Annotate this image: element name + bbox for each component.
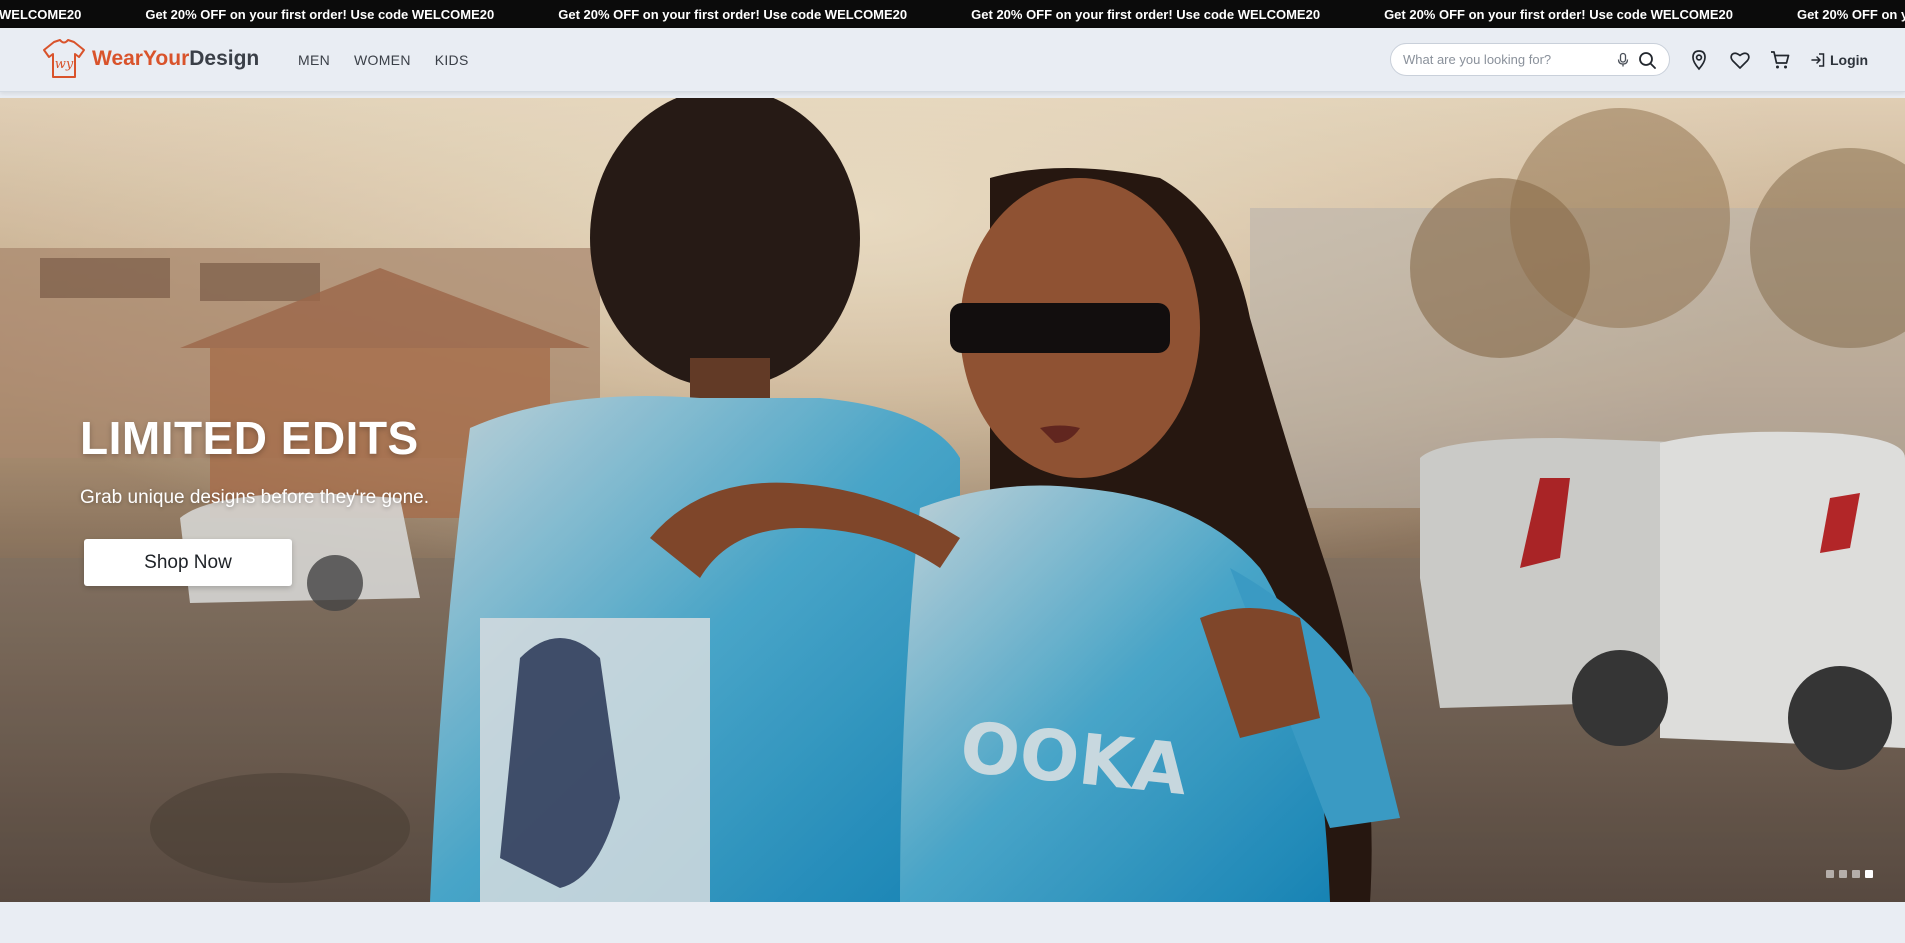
search-input[interactable] xyxy=(1403,52,1613,67)
cart-icon[interactable] xyxy=(1769,49,1791,71)
svg-text:wy: wy xyxy=(55,57,74,72)
announcement-text: Get 20% OFF on your first order! Use cod… xyxy=(1384,6,1733,22)
location-icon[interactable] xyxy=(1688,49,1710,71)
announcement-text: Get 20% OFF on your first order! Use cod… xyxy=(145,6,495,22)
announcement-text: Get 20% OFF on your first order! Use cod… xyxy=(971,6,1321,22)
tshirt-logo-icon: wy xyxy=(43,39,85,78)
search-bar xyxy=(1390,43,1670,76)
hero-subtitle: Grab unique designs before they're gone. xyxy=(80,487,430,508)
announcement-text: WELCOME20 xyxy=(0,6,82,22)
microphone-icon[interactable] xyxy=(1615,52,1631,68)
announcement-track: WELCOME20 Get 20% OFF on your first orde… xyxy=(0,0,1905,28)
nav-men[interactable]: MEN xyxy=(298,52,330,68)
login-icon xyxy=(1811,53,1825,67)
heart-icon[interactable] xyxy=(1729,49,1751,71)
logo-text: WearYourDesign xyxy=(92,47,260,70)
hero-title: LIMITED EDITS xyxy=(80,412,419,464)
announcement-text: Get 20% OFF on your first order! Use cod… xyxy=(558,6,908,22)
slide-dot[interactable] xyxy=(1826,870,1834,878)
slide-dot-active[interactable] xyxy=(1865,870,1873,878)
logo[interactable]: wy WearYourDesign xyxy=(40,38,259,80)
slide-dot[interactable] xyxy=(1852,870,1860,878)
slide-dot[interactable] xyxy=(1839,870,1847,878)
nav-women[interactable]: WOMEN xyxy=(354,52,411,68)
login-button[interactable]: Login xyxy=(1810,48,1868,72)
search-icon[interactable] xyxy=(1638,51,1657,70)
site-header: wy WearYourDesign MEN WOMEN KIDS What ar… xyxy=(0,28,1905,92)
shop-now-button[interactable]: Shop Now xyxy=(84,539,292,586)
announcement-bar: WELCOME20 Get 20% OFF on your first orde… xyxy=(0,0,1905,28)
page-below-hero xyxy=(0,902,1905,943)
announcement-text: Get 20% OFF on your first order! Use cod… xyxy=(1796,6,1905,22)
hero-banner: OOKA LIMITED EDITS Grab unique designs b… xyxy=(0,98,1905,902)
main-nav: MEN WOMEN KIDS xyxy=(298,28,493,92)
slider-dots xyxy=(1826,870,1878,878)
nav-kids[interactable]: KIDS xyxy=(435,52,469,68)
login-label: Login xyxy=(1830,52,1869,68)
